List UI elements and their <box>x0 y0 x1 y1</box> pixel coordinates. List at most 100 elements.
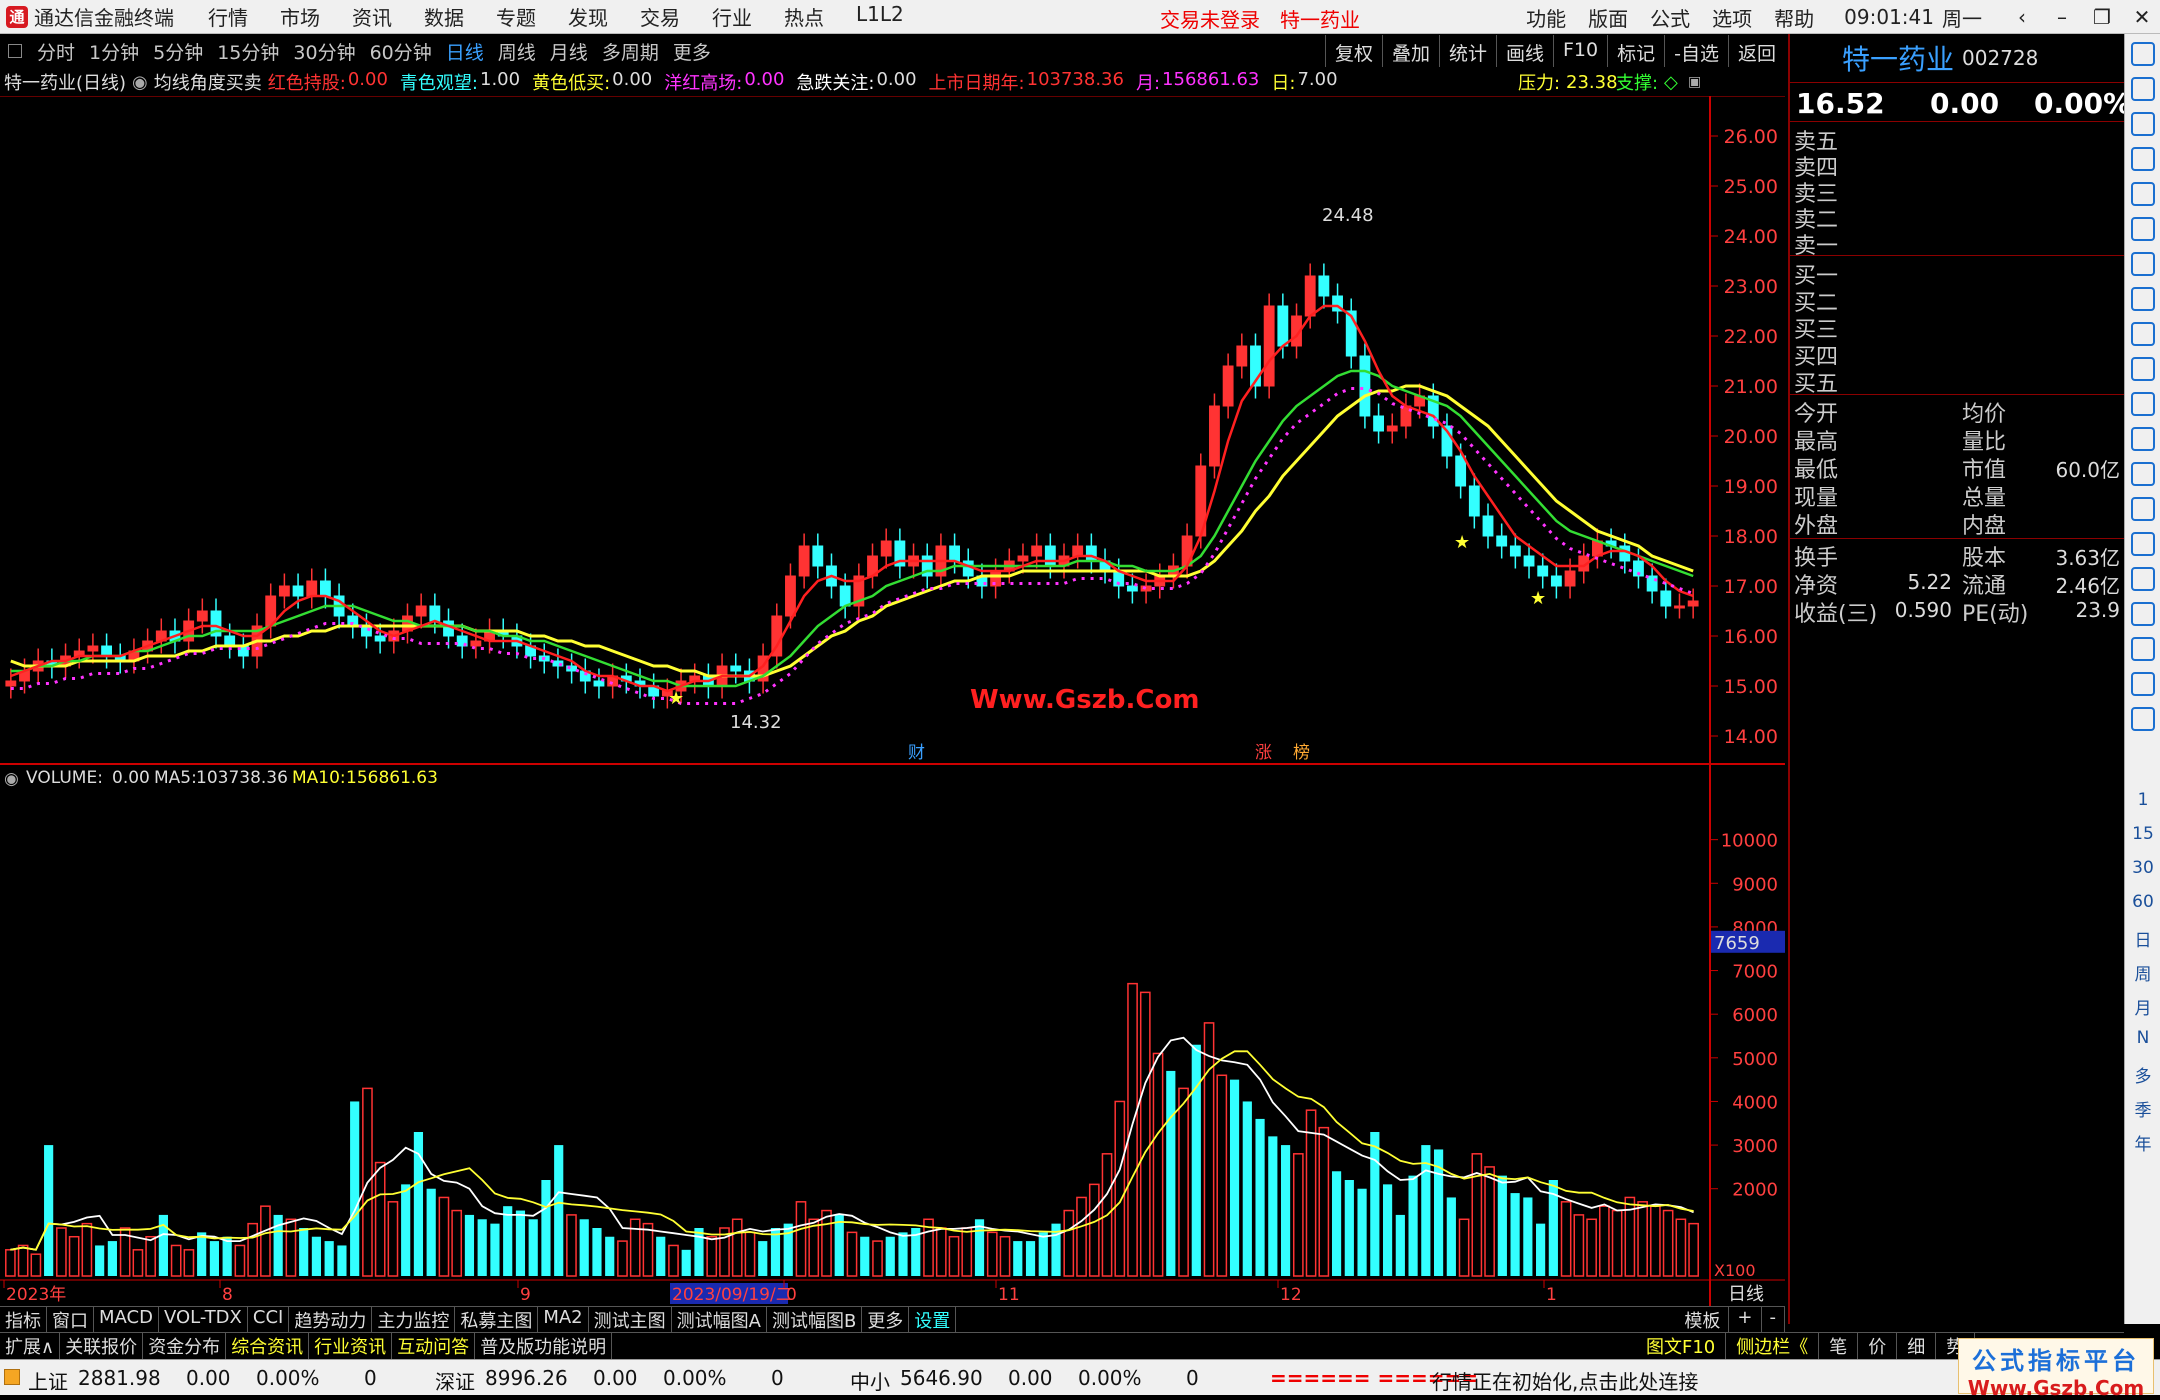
sidebar-tab[interactable]: 笔 <box>1819 1333 1859 1359</box>
chart-tool-button[interactable]: -自选 <box>1664 35 1728 67</box>
period-tab[interactable]: 1分钟 <box>82 38 146 65</box>
sidebar-period[interactable]: 多 <box>2125 1062 2160 1087</box>
finance-icon[interactable] <box>2131 392 2155 416</box>
right-menu-item[interactable]: 帮助 <box>1774 3 1814 32</box>
candle-icon[interactable] <box>2131 252 2155 276</box>
indicator-tab[interactable]: VOL-TDX <box>159 1306 248 1333</box>
template-tab[interactable]: 模板 <box>1676 1306 1730 1333</box>
event-marker[interactable]: 涨 <box>1255 743 1272 763</box>
arrow-up-icon[interactable] <box>2131 42 2155 66</box>
indicator-tab[interactable]: 趋势动力 <box>289 1306 373 1333</box>
sidebar-period[interactable]: 年 <box>2125 1130 2160 1155</box>
right-menu-item[interactable]: 公式 <box>1650 3 1690 32</box>
refresh-icon[interactable] <box>2131 707 2155 731</box>
index-name[interactable]: 上证 <box>28 1366 68 1395</box>
period-tab[interactable]: 60分钟 <box>363 38 439 65</box>
arrow-down-icon[interactable] <box>2131 112 2155 136</box>
indicator-tab[interactable]: 测试幅图B <box>767 1306 863 1333</box>
period-tab[interactable]: 5分钟 <box>146 38 210 65</box>
sidebar-tab[interactable]: 图文F10 <box>1636 1333 1727 1359</box>
sidebar-period[interactable]: 季 <box>2125 1096 2160 1121</box>
extension-tab[interactable]: 综合资讯 <box>226 1333 310 1359</box>
connection-message[interactable]: 行情正在初始化,点击此处连接 <box>1432 1366 1698 1395</box>
formula-name[interactable]: 均线角度买卖 <box>154 69 262 95</box>
sidebar-period[interactable]: 日 <box>2125 926 2160 951</box>
extension-tab[interactable]: 行业资讯 <box>309 1333 393 1359</box>
rsi-icon[interactable] <box>2131 532 2155 556</box>
doc-icon[interactable] <box>2131 357 2155 381</box>
right-menu-item[interactable]: 版面 <box>1588 3 1628 32</box>
indicator-tab[interactable]: 指标 <box>0 1306 47 1333</box>
menu-item[interactable]: 数据 <box>424 2 464 31</box>
chart-tool-button[interactable]: 复权 <box>1324 35 1382 67</box>
extension-tab[interactable]: 互动问答 <box>392 1333 476 1359</box>
indicator-tab[interactable]: MA2 <box>538 1306 589 1333</box>
sidebar-period[interactable]: 30 <box>2125 858 2160 878</box>
list-icon[interactable] <box>2131 182 2155 206</box>
volume-toggle-icon[interactable]: ◉ <box>4 769 19 789</box>
sidebar-period[interactable]: 15 <box>2125 824 2160 844</box>
market-square-icon[interactable] <box>4 1369 20 1385</box>
grid-icon[interactable] <box>2131 147 2155 171</box>
sidebar-period[interactable]: N <box>2125 1028 2160 1048</box>
event-marker[interactable]: 财 <box>908 743 925 763</box>
indicator-toggle-icon[interactable]: ◉ <box>132 72 148 93</box>
indicator-tab[interactable]: 测试幅图A <box>672 1306 767 1333</box>
sidebar-period[interactable]: 60 <box>2125 892 2160 912</box>
period-tab[interactable]: 多周期 <box>595 38 666 65</box>
sidebar-tab[interactable]: 侧边栏《 <box>1726 1333 1820 1359</box>
menu-item[interactable]: 行情 <box>208 2 248 31</box>
sidebar-period[interactable]: 1 <box>2125 790 2160 810</box>
wave-icon[interactable] <box>2131 497 2155 521</box>
sidebar-period[interactable]: 月 <box>2125 994 2160 1019</box>
indicator-tab[interactable]: CCI <box>248 1306 290 1333</box>
period-tab[interactable]: 月线 <box>543 38 595 65</box>
sidebar-tab[interactable]: 细 <box>1897 1333 1937 1359</box>
index-name[interactable]: 深证 <box>435 1366 475 1395</box>
index-name[interactable]: 中小 <box>850 1366 890 1395</box>
minimize-icon[interactable]: – <box>2044 5 2080 29</box>
indicator-tab[interactable]: 设置 <box>909 1306 957 1333</box>
indicator-tab[interactable]: 主力监控 <box>372 1306 456 1333</box>
sidebar-tab[interactable]: 价 <box>1858 1333 1898 1359</box>
menu-item[interactable]: 资讯 <box>352 2 392 31</box>
move-icon[interactable] <box>2131 602 2155 626</box>
chart-tool-button[interactable]: 叠加 <box>1381 35 1439 67</box>
period-tab[interactable]: 15分钟 <box>210 38 286 65</box>
panel-square-icon[interactable]: ▣ <box>1688 74 1701 90</box>
template-tab[interactable]: + <box>1729 1306 1762 1333</box>
extension-tab[interactable]: 普及版功能说明 <box>475 1333 613 1359</box>
indicator-tab[interactable]: 更多 <box>862 1306 910 1333</box>
news-icon[interactable] <box>2131 287 2155 311</box>
chart-tool-button[interactable]: 画线 <box>1495 35 1553 67</box>
chart-tool-button[interactable]: 标记 <box>1607 35 1664 67</box>
template-tab[interactable]: - <box>1762 1306 1785 1333</box>
extension-tab[interactable]: 关联报价 <box>60 1333 144 1359</box>
menu-item[interactable]: 市场 <box>280 2 320 31</box>
chart-line-icon[interactable] <box>2131 217 2155 241</box>
menu-item[interactable]: 行业 <box>712 2 752 31</box>
indicator-tab[interactable]: 私募主图 <box>455 1306 539 1333</box>
trade-login-status[interactable]: 交易未登录 <box>1160 4 1260 33</box>
sidebar-period[interactable]: 周 <box>2125 960 2160 985</box>
fund-icon[interactable] <box>2131 567 2155 591</box>
stock-chart[interactable]: 26.00 25.00 24.00 23.00 22.00 21.00 20.00 19.00… <box>0 96 1785 1306</box>
back-nav-icon[interactable]: ‹ <box>2004 5 2040 29</box>
extension-tab[interactable]: 扩展∧ <box>0 1333 61 1359</box>
f12-icon[interactable] <box>2131 427 2155 451</box>
menu-item[interactable]: 专题 <box>496 2 536 31</box>
period-tab[interactable]: 30分钟 <box>286 38 362 65</box>
period-tab[interactable]: 分时 <box>30 38 82 65</box>
indicator-tab[interactable]: 窗口 <box>47 1306 94 1333</box>
chart-tool-button[interactable]: 统计 <box>1438 35 1496 67</box>
chart-tool-button[interactable]: F10 <box>1553 35 1607 67</box>
indicator-tab[interactable]: MACD <box>94 1306 159 1333</box>
period-tab[interactable]: 周线 <box>491 38 543 65</box>
restore-icon[interactable]: ❐ <box>2084 5 2120 29</box>
period-tab[interactable]: 日线 <box>439 38 491 65</box>
close-icon[interactable]: ✕ <box>2124 5 2160 29</box>
chart-tool-button[interactable]: 返回 <box>1727 35 1785 67</box>
extension-tab[interactable]: 资金分布 <box>143 1333 227 1359</box>
collapse-square-icon[interactable] <box>8 44 22 58</box>
compass-icon[interactable] <box>2131 462 2155 486</box>
